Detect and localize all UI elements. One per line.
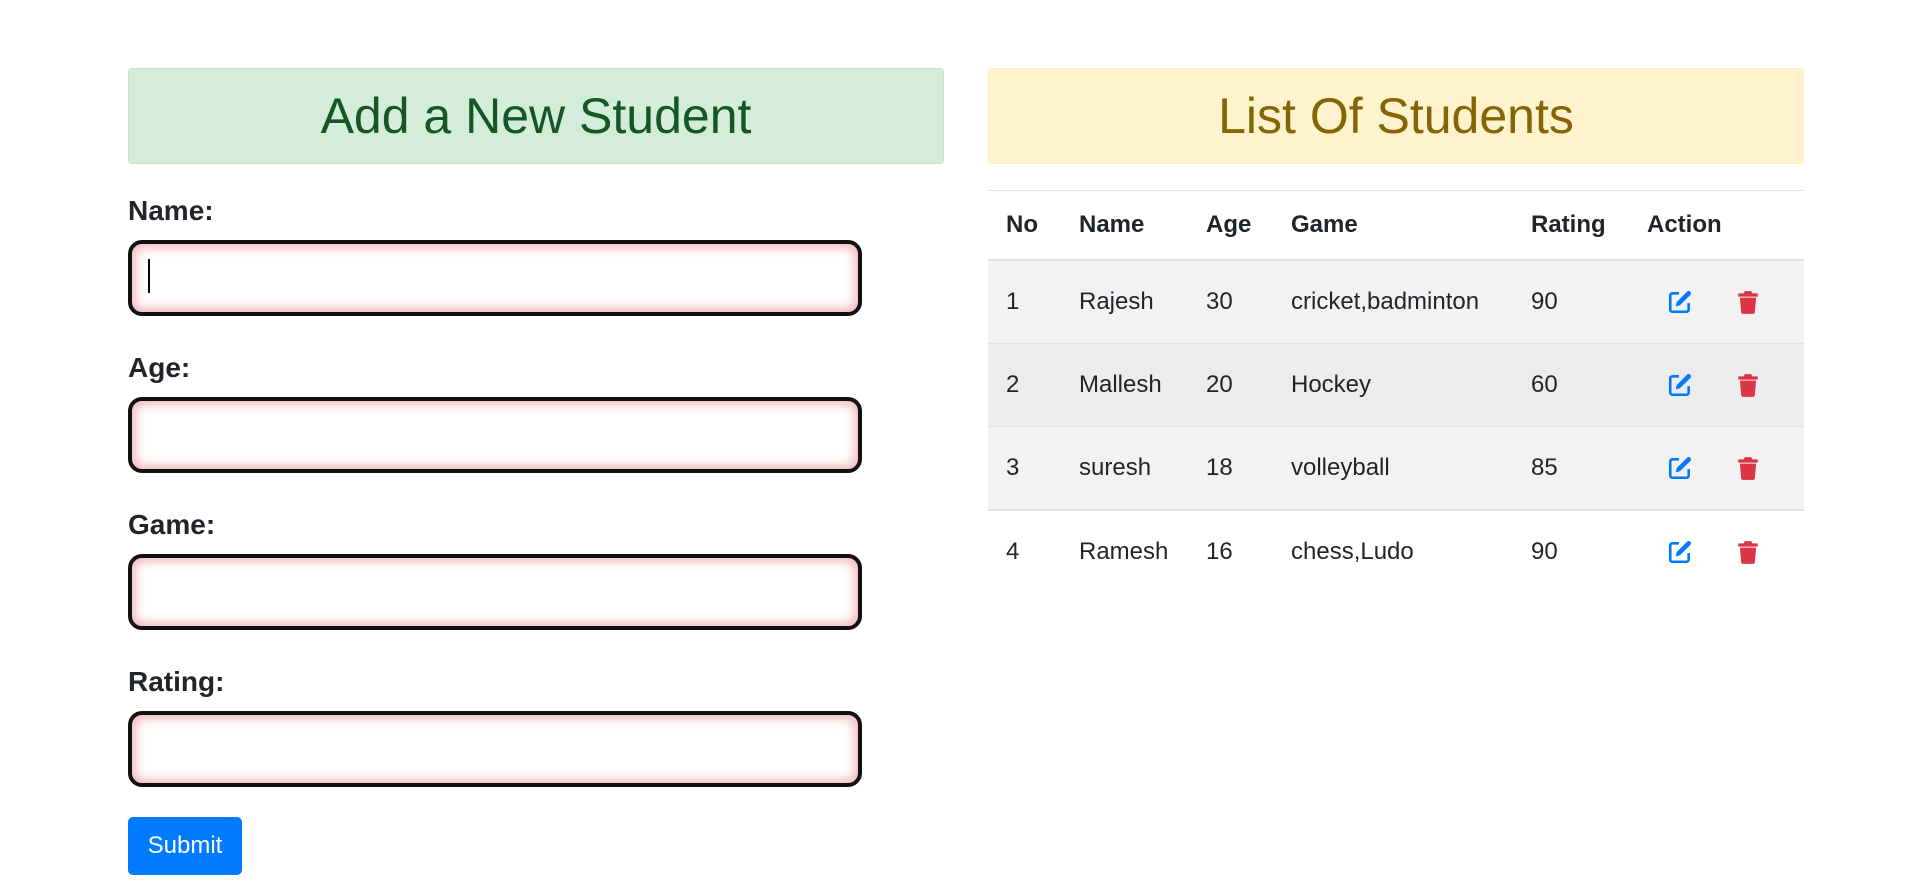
cell-game: chess,Ludo: [1273, 509, 1513, 593]
add-student-panel: Add a New Student Name: Age: Game: Ratin…: [128, 68, 944, 875]
trash-icon[interactable]: [1735, 455, 1761, 481]
column-header-age: Age: [1188, 190, 1273, 261]
cell-action: [1629, 426, 1804, 510]
cell-no: 3: [988, 426, 1061, 510]
cell-game: volleyball: [1273, 426, 1513, 510]
trash-icon[interactable]: [1735, 539, 1761, 565]
column-header-rating: Rating: [1513, 190, 1629, 261]
cell-age: 18: [1188, 426, 1273, 510]
cell-game: cricket,badminton: [1273, 259, 1513, 344]
submit-button[interactable]: Submit: [128, 817, 242, 875]
table-row: 2 Mallesh 20 Hockey 60: [988, 343, 1804, 427]
cell-game: Hockey: [1273, 343, 1513, 427]
game-field-group: Game:: [128, 508, 862, 630]
cell-no: 2: [988, 343, 1061, 427]
students-list-panel: List Of Students No Name Age Game Rating…: [988, 68, 1804, 593]
age-field-group: Age:: [128, 351, 862, 473]
age-label: Age:: [128, 352, 191, 383]
students-table: No Name Age Game Rating Action 1 Rajesh …: [988, 190, 1804, 593]
students-list-header: List Of Students: [988, 68, 1804, 164]
name-input[interactable]: [128, 240, 862, 316]
rating-input[interactable]: [128, 711, 862, 787]
column-header-name: Name: [1061, 190, 1188, 261]
rating-label: Rating:: [128, 666, 225, 697]
cell-age: 20: [1188, 343, 1273, 427]
rating-field-group: Rating:: [128, 665, 862, 787]
edit-icon[interactable]: [1667, 539, 1693, 565]
cell-action: [1629, 509, 1804, 593]
edit-icon[interactable]: [1667, 289, 1693, 315]
trash-icon[interactable]: [1735, 289, 1761, 315]
cell-no: 1: [988, 259, 1061, 344]
name-field-group: Name:: [128, 194, 862, 316]
cell-no: 4: [988, 509, 1061, 593]
column-header-action: Action: [1629, 190, 1804, 261]
age-input[interactable]: [128, 397, 862, 473]
page: Add a New Student Name: Age: Game: Ratin…: [0, 0, 1919, 883]
cell-rating: 90: [1513, 259, 1629, 344]
cell-rating: 85: [1513, 426, 1629, 510]
cell-age: 16: [1188, 509, 1273, 593]
table-row: 4 Ramesh 16 chess,Ludo 90: [988, 509, 1804, 593]
table-row: 3 suresh 18 volleyball 85: [988, 426, 1804, 510]
cell-name: Rajesh: [1061, 259, 1188, 344]
table-row: 1 Rajesh 30 cricket,badminton 90: [988, 259, 1804, 344]
column-header-game: Game: [1273, 190, 1513, 261]
edit-icon[interactable]: [1667, 455, 1693, 481]
game-label: Game:: [128, 509, 216, 540]
cell-age: 30: [1188, 259, 1273, 344]
cell-action: [1629, 259, 1804, 344]
cell-rating: 60: [1513, 343, 1629, 427]
add-student-header: Add a New Student: [128, 68, 944, 164]
cell-name: suresh: [1061, 426, 1188, 510]
cell-name: Ramesh: [1061, 509, 1188, 593]
cell-action: [1629, 343, 1804, 427]
cell-name: Mallesh: [1061, 343, 1188, 427]
cell-rating: 90: [1513, 509, 1629, 593]
column-header-no: No: [988, 190, 1061, 261]
trash-icon[interactable]: [1735, 372, 1761, 398]
table-header-row: No Name Age Game Rating Action: [988, 190, 1804, 261]
game-input[interactable]: [128, 554, 862, 630]
edit-icon[interactable]: [1667, 372, 1693, 398]
name-label: Name:: [128, 195, 214, 226]
text-cursor: [148, 259, 150, 293]
